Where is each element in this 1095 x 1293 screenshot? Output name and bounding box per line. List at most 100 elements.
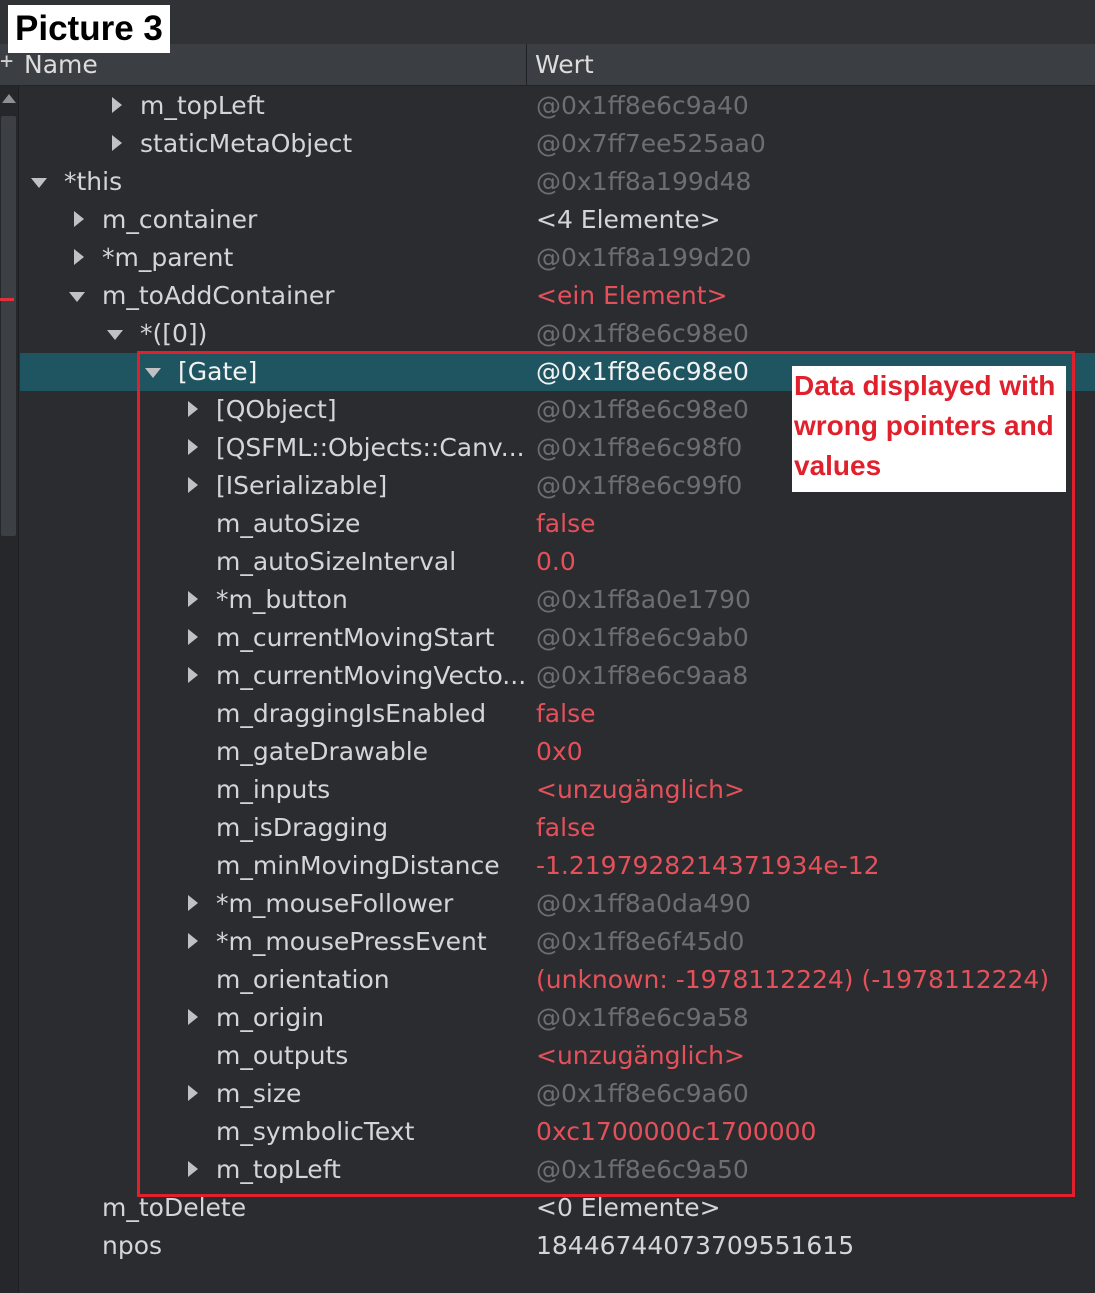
- tree-row[interactable]: *m_button @0x1ff8a0e1790: [20, 581, 1095, 619]
- expand-arrow-icon[interactable]: [184, 923, 204, 961]
- variable-name: m_isDragging: [216, 813, 389, 842]
- annotation-line: wrong pointers and: [794, 410, 1054, 441]
- variable-value: false: [536, 813, 596, 842]
- column-header-value[interactable]: Wert: [535, 44, 594, 85]
- tree-row[interactable]: m_autoSize false: [20, 505, 1095, 543]
- tree-row[interactable]: npos 18446744073709551615: [20, 1227, 1095, 1265]
- expand-arrow-icon[interactable]: [184, 581, 204, 619]
- expand-arrow-icon[interactable]: [184, 391, 204, 429]
- tree-row[interactable]: m_container <4 Elemente>: [20, 201, 1095, 239]
- expand-arrow-icon[interactable]: [70, 239, 90, 277]
- tree-row[interactable]: *m_parent @0x1ff8a199d20: [20, 239, 1095, 277]
- variable-value: @0x1ff8e6c99f0: [536, 471, 743, 500]
- tree-row[interactable]: m_topLeft @0x1ff8e6c9a40: [20, 87, 1095, 125]
- tree-row[interactable]: *this @0x1ff8a199d48: [20, 163, 1095, 201]
- variable-value: @0x1ff8e6c9ab0: [536, 623, 749, 652]
- tree-row[interactable]: m_toDelete <0 Elemente>: [20, 1189, 1095, 1227]
- variable-value: @0x1ff8e6c98e0: [536, 395, 749, 424]
- vertical-scrollbar[interactable]: [0, 86, 19, 1293]
- tree-row[interactable]: m_gateDrawable 0x0: [20, 733, 1095, 771]
- variable-name: m_orientation: [216, 965, 390, 994]
- variable-name: m_topLeft: [216, 1155, 341, 1184]
- collapse-arrow-icon[interactable]: [145, 353, 165, 391]
- variable-value: @0x1ff8e6c98f0: [536, 433, 743, 462]
- tree-row[interactable]: m_topLeft @0x1ff8e6c9a50: [20, 1151, 1095, 1189]
- tree-row[interactable]: m_draggingIsEnabled false: [20, 695, 1095, 733]
- column-resize-handle[interactable]: [526, 44, 527, 85]
- variable-name: m_origin: [216, 1003, 325, 1032]
- annotation-line: Data displayed with: [794, 370, 1056, 401]
- variable-value: <ein Element>: [536, 281, 728, 310]
- expand-arrow-icon[interactable]: [70, 201, 90, 239]
- variable-name: m_symbolicText: [216, 1117, 415, 1146]
- tree-row[interactable]: m_toAddContainer <ein Element>: [20, 277, 1095, 315]
- tree-row[interactable]: m_origin @0x1ff8e6c9a58: [20, 999, 1095, 1037]
- variable-name: m_inputs: [216, 775, 331, 804]
- tree-row[interactable]: m_autoSizeInterval 0.0: [20, 543, 1095, 581]
- expand-arrow-icon[interactable]: [108, 125, 128, 163]
- variable-value: <0 Elemente>: [536, 1193, 721, 1222]
- plus-icon[interactable]: +: [0, 51, 13, 73]
- tree-row[interactable]: m_inputs <unzugänglich>: [20, 771, 1095, 809]
- variable-name: m_size: [216, 1079, 302, 1108]
- collapse-arrow-icon[interactable]: [107, 315, 127, 353]
- variable-value: @0x1ff8e6c98e0: [536, 319, 749, 348]
- variable-name: [Gate]: [178, 357, 258, 386]
- variable-name: *m_mousePressEvent: [216, 927, 487, 956]
- scroll-up-arrow-icon[interactable]: [2, 94, 16, 103]
- variable-value: @0x1ff8a0e1790: [536, 585, 751, 614]
- expand-arrow-icon[interactable]: [184, 885, 204, 923]
- variable-name: m_toDelete: [102, 1193, 247, 1222]
- variable-value: 18446744073709551615: [536, 1231, 855, 1260]
- variable-name: [ISerializable]: [216, 471, 388, 500]
- variable-value: @0x1ff8e6c9a58: [536, 1003, 749, 1032]
- tree-row[interactable]: m_isDragging false: [20, 809, 1095, 847]
- scrollbar-thumb[interactable]: [1, 116, 16, 536]
- expand-arrow-icon[interactable]: [184, 619, 204, 657]
- expand-arrow-icon[interactable]: [184, 657, 204, 695]
- variable-value: @0x7ff7ee525aa0: [536, 129, 766, 158]
- scrollbar-marker: [0, 298, 14, 301]
- variable-value: @0x1ff8e6c9a60: [536, 1079, 749, 1108]
- variable-value: <unzugänglich>: [536, 1041, 745, 1070]
- variable-name: staticMetaObject: [140, 129, 353, 158]
- variable-value: 0xc1700000c1700000: [536, 1117, 817, 1146]
- variable-value: (unknown: -1978112224) (-1978112224): [536, 965, 1050, 994]
- picture-label: Picture 3: [8, 5, 170, 53]
- tree-row[interactable]: m_minMovingDistance -1.2197928214371934e…: [20, 847, 1095, 885]
- annotation-note: Data displayed with wrong pointers and v…: [792, 366, 1066, 492]
- expand-arrow-icon[interactable]: [184, 1075, 204, 1113]
- tree-row[interactable]: m_size @0x1ff8e6c9a60: [20, 1075, 1095, 1113]
- variable-value: @0x1ff8e6c98e0: [536, 357, 749, 386]
- tree-row[interactable]: m_currentMovingStart @0x1ff8e6c9ab0: [20, 619, 1095, 657]
- variable-name: m_draggingIsEnabled: [216, 699, 487, 728]
- tree-row[interactable]: *([0]) @0x1ff8e6c98e0: [20, 315, 1095, 353]
- expand-arrow-icon[interactable]: [184, 999, 204, 1037]
- expand-arrow-icon[interactable]: [184, 1151, 204, 1189]
- tree-row[interactable]: m_currentMovingVecto... @0x1ff8e6c9aa8: [20, 657, 1095, 695]
- tree-row[interactable]: m_orientation (unknown: -1978112224) (-1…: [20, 961, 1095, 999]
- tree-row[interactable]: staticMetaObject @0x7ff7ee525aa0: [20, 125, 1095, 163]
- variable-value: 0x0: [536, 737, 583, 766]
- expand-arrow-icon[interactable]: [184, 467, 204, 505]
- tree-row[interactable]: *m_mousePressEvent @0x1ff8e6f45d0: [20, 923, 1095, 961]
- debugger-locals-view: Picture 3 Name Wert + m_topLeft @0x1ff8e…: [0, 0, 1095, 1293]
- variable-value: 0.0: [536, 547, 576, 576]
- variable-name: m_topLeft: [140, 91, 265, 120]
- expand-arrow-icon[interactable]: [184, 429, 204, 467]
- variable-value: @0x1ff8e6c9a50: [536, 1155, 749, 1184]
- collapse-arrow-icon[interactable]: [31, 163, 51, 201]
- variable-name: m_minMovingDistance: [216, 851, 500, 880]
- variable-name: m_currentMovingStart: [216, 623, 495, 652]
- expand-arrow-icon[interactable]: [108, 87, 128, 125]
- variable-name: *m_parent: [102, 243, 234, 272]
- collapse-arrow-icon[interactable]: [69, 277, 89, 315]
- variable-value: false: [536, 509, 596, 538]
- variable-value: <unzugänglich>: [536, 775, 745, 804]
- variable-name: [QObject]: [216, 395, 337, 424]
- variable-name: m_outputs: [216, 1041, 349, 1070]
- tree-row[interactable]: m_symbolicText 0xc1700000c1700000: [20, 1113, 1095, 1151]
- variable-value: @0x1ff8e6f45d0: [536, 927, 745, 956]
- tree-row[interactable]: m_outputs <unzugänglich>: [20, 1037, 1095, 1075]
- tree-row[interactable]: *m_mouseFollower @0x1ff8a0da490: [20, 885, 1095, 923]
